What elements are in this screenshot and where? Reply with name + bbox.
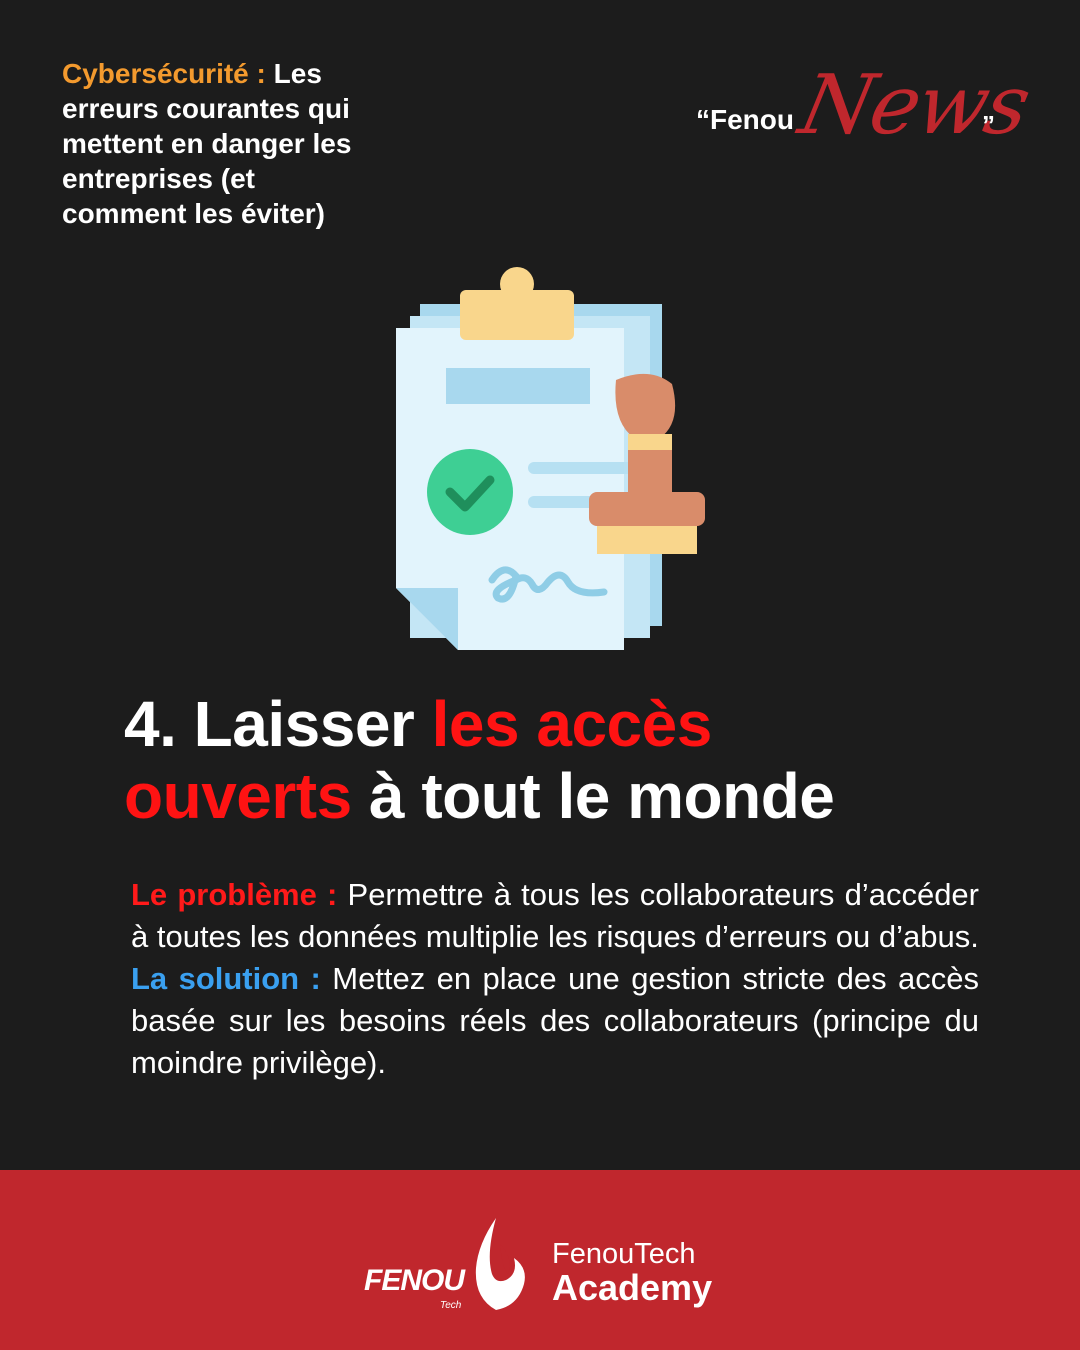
title-suffix: à tout le monde	[351, 760, 835, 832]
solution-label: La solution :	[131, 961, 321, 996]
clipboard-stamp-icon	[392, 262, 712, 657]
solution-paragraph: La solution : Mettez en place une gestio…	[131, 958, 979, 1084]
logo-tech-word: Tech	[440, 1300, 462, 1311]
brand-news-script: News	[791, 58, 1037, 153]
academy-name-line2: Academy	[552, 1267, 713, 1308]
flame-logo-icon	[475, 1218, 525, 1310]
topic-label: Cybersécurité :	[62, 58, 266, 89]
page-title: 4. Laisser les accès ouverts à tout le mo…	[124, 688, 1024, 832]
academy-name: FenouTech Academy	[552, 1238, 712, 1306]
title-prefix: 4. Laisser	[124, 688, 432, 760]
academy-name-line1: FenouTech	[552, 1238, 696, 1270]
title-highlight-1: les accès	[431, 688, 713, 760]
fenoutech-logo: FENOU Tech	[364, 1214, 544, 1314]
footer-bar: FENOU Tech FenouTech Academy	[0, 1170, 1080, 1350]
brand-fenou-word: “Fenou	[696, 104, 794, 135]
title-highlight-2: ouverts	[124, 760, 352, 832]
logo-fenou-word: FENOU	[364, 1264, 465, 1297]
brand-close-quote: ”	[982, 110, 995, 140]
problem-label: Le problème :	[131, 877, 338, 912]
post-topic: Cybersécurité : Les erreurs courantes qu…	[62, 56, 372, 231]
problem-paragraph: Le problème : Permettre à tous les colla…	[131, 874, 979, 958]
fenou-news-brand: “Fenou News ”	[690, 58, 1037, 178]
body-text: Le problème : Permettre à tous les colla…	[131, 874, 979, 1084]
